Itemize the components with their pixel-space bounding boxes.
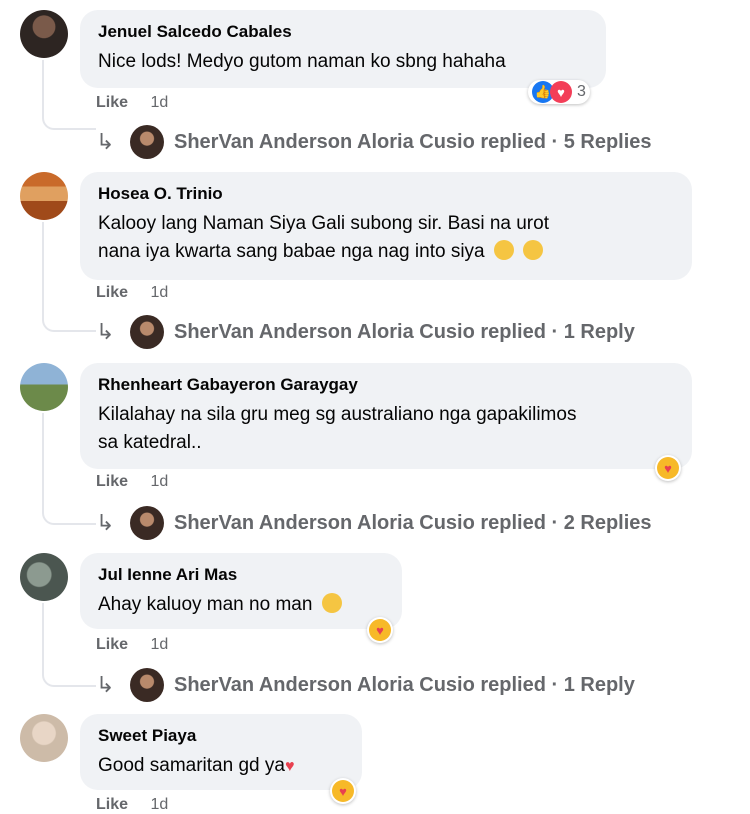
comment-timestamp[interactable]: 1d (150, 94, 168, 111)
like-button[interactable]: Like (96, 636, 128, 653)
comment-bubble: Jul Ienne Ari Mas Ahay kaluoy man no man (80, 553, 402, 629)
comment-bubble: Jenuel Salcedo Cabales Nice lods! Medyo … (80, 10, 606, 88)
comment-text: Nice lods! Medyo gutom naman ko sbng hah… (98, 51, 506, 72)
avatar[interactable] (20, 553, 68, 601)
avatar (130, 125, 164, 159)
comment-text-line: Good samaritan gd ya (98, 755, 285, 776)
thread-line (42, 60, 96, 130)
comment-text: Kalooy lang Naman Siya Gali subong sir. … (98, 210, 674, 266)
reply-arrow-icon: ↳ (96, 672, 115, 697)
sad-face-emoji-icon (493, 240, 514, 260)
view-replies-link[interactable]: ↳ SherVan Anderson Aloria Cusio replied … (96, 668, 635, 702)
comment-author[interactable]: Hosea O. Trinio (98, 184, 674, 204)
comment-author[interactable]: Rhenheart Gabayeron Garaygay (98, 375, 674, 395)
comment-timestamp[interactable]: 1d (150, 473, 168, 490)
reply-arrow-icon: ↳ (96, 510, 115, 535)
replies-label[interactable]: SherVan Anderson Aloria Cusio replied · … (174, 131, 652, 154)
like-button[interactable]: Like (96, 284, 128, 301)
avatar (130, 315, 164, 349)
comment-text: Ahay kaluoy man no man (98, 591, 384, 619)
replies-label[interactable]: SherVan Anderson Aloria Cusio replied · … (174, 321, 635, 344)
comment-actions: Like 1d (96, 94, 168, 112)
comment-text-line: nana iya kwarta sang babae nga nag into … (98, 241, 485, 262)
replies-label[interactable]: SherVan Anderson Aloria Cusio replied · … (174, 512, 652, 535)
like-button[interactable]: Like (96, 796, 128, 813)
comment-text-line: Kilalahay na sila gru meg sg australiano… (98, 404, 577, 425)
comment-text-line: sa katedral.. (98, 432, 202, 453)
comment-timestamp[interactable]: 1d (150, 284, 168, 301)
care-reaction-icon: ♥ (332, 780, 354, 802)
comment-timestamp[interactable]: 1d (150, 636, 168, 653)
avatar[interactable] (20, 10, 68, 58)
avatar[interactable] (20, 172, 68, 220)
care-reaction-icon: ♥ (369, 619, 391, 641)
comment-actions: Like 1d (96, 636, 168, 654)
comment-author[interactable]: Jul Ienne Ari Mas (98, 565, 384, 585)
reaction-summary[interactable]: ♥ (655, 455, 681, 481)
love-reaction-icon: ♥ (550, 81, 572, 103)
comment-actions: Like 1d (96, 796, 168, 814)
comment-text: Good samaritan gd ya♥ (98, 752, 344, 781)
comment-author[interactable]: Sweet Piaya (98, 726, 344, 746)
comment-text: Kilalahay na sila gru meg sg australiano… (98, 401, 674, 457)
comment-text-line: Ahay kaluoy man no man (98, 594, 313, 615)
reaction-summary[interactable]: 👍 ♥ 3 (528, 80, 590, 104)
comment-actions: Like 1d (96, 473, 168, 491)
comment-bubble: Rhenheart Gabayeron Garaygay Kilalahay n… (80, 363, 692, 469)
avatar[interactable] (20, 714, 68, 762)
pensive-face-emoji-icon (523, 240, 544, 260)
reply-arrow-icon: ↳ (96, 319, 115, 344)
thread-line (42, 603, 96, 687)
replies-label[interactable]: SherVan Anderson Aloria Cusio replied · … (174, 674, 635, 697)
care-reaction-icon: ♥ (657, 457, 679, 479)
reaction-summary[interactable]: ♥ (330, 778, 356, 804)
comment-actions: Like 1d (96, 284, 168, 302)
thread-line (42, 413, 96, 525)
comment-bubble: Hosea O. Trinio Kalooy lang Naman Siya G… (80, 172, 692, 280)
comment-bubble: Sweet Piaya Good samaritan gd ya♥ (80, 714, 362, 790)
comment-timestamp[interactable]: 1d (150, 796, 168, 813)
reaction-count: 3 (577, 83, 586, 100)
view-replies-link[interactable]: ↳ SherVan Anderson Aloria Cusio replied … (96, 506, 652, 540)
view-replies-link[interactable]: ↳ SherVan Anderson Aloria Cusio replied … (96, 315, 635, 349)
heart-emoji-icon: ♥ (284, 758, 295, 775)
like-button[interactable]: Like (96, 473, 128, 490)
avatar (130, 668, 164, 702)
sad-face-emoji-icon (321, 593, 342, 613)
avatar (130, 506, 164, 540)
avatar[interactable] (20, 363, 68, 411)
comment-author[interactable]: Jenuel Salcedo Cabales (98, 22, 588, 42)
thread-line (42, 222, 96, 332)
like-button[interactable]: Like (96, 94, 128, 111)
view-replies-link[interactable]: ↳ SherVan Anderson Aloria Cusio replied … (96, 125, 652, 159)
comment-text-line: Kalooy lang Naman Siya Gali subong sir. … (98, 213, 549, 234)
reaction-summary[interactable]: ♥ (367, 617, 393, 643)
reply-arrow-icon: ↳ (96, 129, 115, 154)
